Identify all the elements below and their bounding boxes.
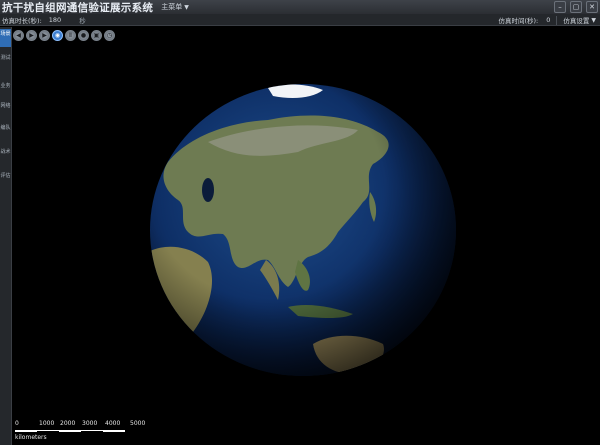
scale-tick: 4000 (105, 420, 121, 427)
main-menu-button[interactable]: 主菜单 ▼ (161, 2, 189, 12)
sidebar-item-service[interactable]: 业务 (0, 83, 11, 89)
forward-icon[interactable]: ▶ (39, 30, 50, 41)
sidebar-item-scene[interactable]: 场景 (0, 29, 11, 47)
sidebar-item-tactics[interactable]: 战术 (0, 149, 11, 155)
sidebar-item-formation[interactable]: 编队 (0, 125, 11, 131)
play-icon[interactable]: ▶ (26, 30, 37, 41)
back-icon[interactable]: ◀ (13, 30, 24, 41)
scale-segments (15, 430, 155, 432)
camera-icon[interactable]: ▣ (91, 30, 102, 41)
duration-value[interactable]: 180 (49, 16, 61, 24)
globe-shading (150, 84, 456, 376)
sim-time-label: 仿真时间(秒): (498, 17, 539, 25)
divider (556, 15, 558, 25)
sidebar-item-test[interactable]: 测试 (0, 55, 11, 61)
scale-tick: 5000 (130, 420, 146, 427)
status-bar: 仿真时长(秒): 180 秒 仿真时间(秒): 0 仿真设置 ▼ (0, 14, 600, 26)
main-menu-label: 主菜单 (161, 3, 183, 11)
duration-label: 仿真时长(秒): (2, 16, 42, 25)
clock-icon[interactable]: ◷ (104, 30, 115, 41)
caret-down-icon: ▼ (591, 16, 596, 24)
duration-unit: 秒 (79, 16, 86, 25)
minimize-button[interactable]: – (554, 1, 566, 13)
sim-settings-label: 仿真设置 (563, 17, 590, 25)
sim-time-value: 0 (546, 16, 551, 24)
title-bar: 抗干扰自组网通信验证展示系统 主菜单 ▼ – ▢ ✕ (0, 0, 600, 14)
view-toolbar: ◀ ▶ ▶ ◉ Ⅱ ● ▣ ◷ (13, 30, 115, 41)
close-button[interactable]: ✕ (586, 1, 598, 13)
sidebar-item-network[interactable]: 网络 (0, 103, 11, 109)
scale-bar: 0 1000 2000 3000 4000 5000 kilometers (15, 420, 155, 441)
earth-globe[interactable] (148, 82, 458, 378)
sim-settings-button[interactable]: 仿真设置 ▼ (563, 15, 600, 26)
sidebar: 场景 测试 业务 网络 编队 战术 评估 (0, 27, 12, 445)
globe-viewport[interactable] (148, 82, 458, 378)
record-icon[interactable]: ● (78, 30, 89, 41)
caret-down-icon: ▼ (184, 3, 189, 11)
app-title: 抗干扰自组网通信验证展示系统 (2, 1, 154, 14)
window-controls: – ▢ ✕ (554, 1, 598, 13)
scale-ticks: 0 1000 2000 3000 4000 5000 (15, 420, 155, 428)
scale-tick: 0 (15, 420, 19, 427)
status-right: 仿真时间(秒): 0 仿真设置 ▼ (498, 14, 600, 26)
globe-view-icon[interactable]: ◉ (52, 30, 63, 41)
scale-tick: 1000 (39, 420, 55, 427)
maximize-button[interactable]: ▢ (570, 1, 582, 13)
scale-unit: kilometers (15, 434, 47, 441)
scale-tick: 2000 (60, 420, 76, 427)
sidebar-item-evaluation[interactable]: 评估 (0, 173, 11, 179)
pause-icon[interactable]: Ⅱ (65, 30, 76, 41)
scale-tick: 3000 (82, 420, 98, 427)
